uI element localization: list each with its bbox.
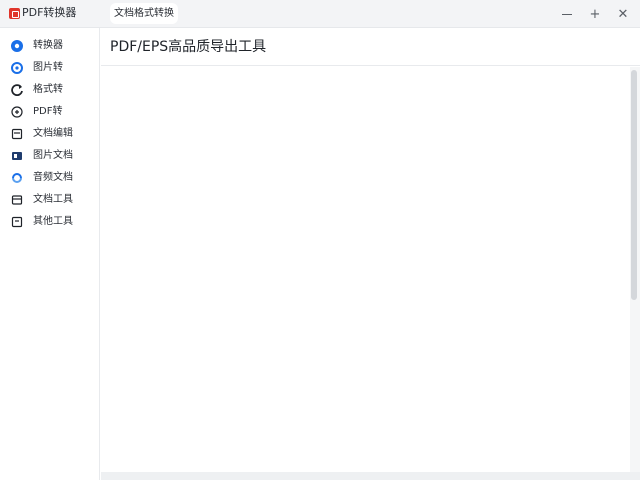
sidebar-item-label: 音频文档 [33,172,73,183]
sidebar-item-other-tools[interactable]: 其他工具 [0,211,100,233]
refresh-icon [11,84,23,96]
sidebar-item-format[interactable]: 格式转 [0,79,100,101]
horizontal-scrollbar[interactable] [101,472,640,480]
sidebar-item-label: 文档编辑 [33,128,73,139]
app-title: PDF转换器 [22,6,77,19]
sidebar-item-converter[interactable]: 转换器 [0,35,100,57]
other-tools-icon [11,216,23,228]
page-title: PDF/EPS高品质导出工具 [110,39,267,55]
close-button[interactable]: ✕ [609,0,637,28]
content-header: PDF/EPS高品质导出工具 [101,28,640,66]
minimize-icon [562,13,572,15]
tab-document-convert[interactable]: 文档格式转换 [110,3,178,24]
sidebar-item-image[interactable]: 图片转 [0,57,100,79]
sidebar-item-label: 文档工具 [33,194,73,205]
sidebar-item-label: 图片文档 [33,150,73,161]
audio-doc-icon [11,172,23,184]
sidebar-item-label: 其他工具 [33,216,73,227]
content-area [101,67,630,472]
pdf-icon [11,106,23,118]
sidebar-item-pdf[interactable]: PDF转 [0,101,100,123]
minimize-button[interactable] [553,0,581,28]
maximize-icon: + [589,6,601,22]
compass-icon [11,40,23,52]
image-doc-icon [11,150,23,162]
sidebar-item-label: PDF转 [33,106,63,117]
toolbox-icon [11,194,23,206]
swirl-icon [11,62,23,74]
title-bar: PDF转换器 文档格式转换 + ✕ [0,0,640,28]
vertical-scrollbar-thumb[interactable] [631,70,637,300]
sidebar-item-label: 图片转 [33,62,63,73]
sidebar-item-label: 转换器 [33,40,63,51]
sidebar-item-doc-tools[interactable]: 文档工具 [0,189,100,211]
sidebar-item-doc-edit[interactable]: 文档编辑 [0,123,100,145]
sidebar: 转换器 图片转 格式转 PDF转 文档编辑 图片文档 音频文档 文档工具 其他工… [0,28,100,480]
sidebar-item-label: 格式转 [33,84,63,95]
maximize-button[interactable]: + [581,0,609,28]
sidebar-item-image-doc[interactable]: 图片文档 [0,145,100,167]
app-logo-icon [9,8,20,19]
close-icon: ✕ [617,6,629,22]
sidebar-item-audio-doc[interactable]: 音频文档 [0,167,100,189]
document-edit-icon [11,128,23,140]
